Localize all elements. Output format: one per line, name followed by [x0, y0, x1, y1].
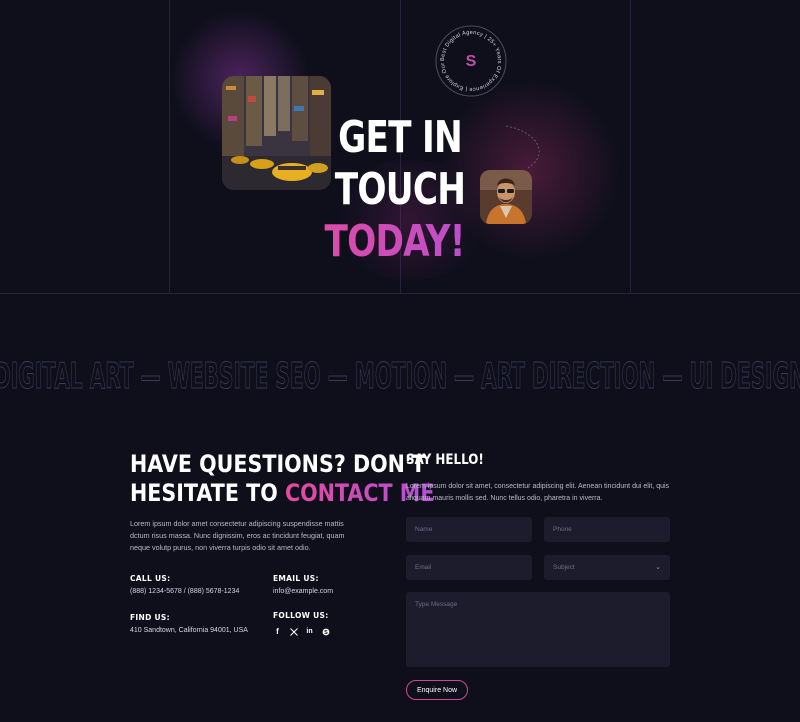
- email-label: EMAIL US:: [273, 574, 319, 583]
- form-description: Lorem ipsum dolor sit amet, consectetur …: [406, 483, 670, 502]
- grid-line: [630, 0, 631, 293]
- portrait-image: [480, 170, 532, 224]
- social-links: f in S: [273, 627, 330, 636]
- address-value: 410 Sandtown, California 94001, USA: [130, 627, 248, 634]
- marquee-text: DIGITAL ART — WEBSITE SEO — MOTION — ART…: [0, 356, 800, 397]
- subject-placeholder: Subject: [553, 564, 575, 571]
- chevron-down-icon: ⌄: [655, 564, 661, 571]
- contact-heading: HAVE QUESTIONS? DON'T HESITATE TO CONTAC…: [130, 450, 434, 508]
- enquire-now-button[interactable]: Enquire Now: [406, 680, 468, 700]
- form-heading: SAY HELLO!: [406, 452, 484, 468]
- svg-text:S: S: [324, 630, 328, 636]
- name-placeholder: Name: [415, 526, 433, 533]
- contact-description: Lorem ipsum dolor amet consectetur adipi…: [130, 519, 345, 552]
- message-textarea[interactable]: Type Message: [406, 592, 670, 667]
- find-label: FIND US:: [130, 613, 170, 622]
- x-icon[interactable]: [289, 627, 298, 636]
- name-field[interactable]: Name: [406, 517, 532, 542]
- follow-label: FOLLOW US:: [273, 611, 329, 620]
- services-marquee: DIGITAL ART — WEBSITE SEO — MOTION — ART…: [0, 350, 800, 400]
- contact-heading-line1: HAVE QUESTIONS? DON'T: [130, 450, 426, 478]
- contact-heading-plain: HESITATE TO: [130, 479, 285, 507]
- grid-line: [169, 0, 170, 293]
- email-placeholder: Email: [415, 564, 432, 571]
- call-label: CALL US:: [130, 574, 171, 583]
- call-value[interactable]: (888) 1234-5678 / (888) 5678-1234: [130, 588, 239, 595]
- hero-section: Best Digital Agency | 25+ Years Of Exper…: [0, 0, 800, 294]
- email-field[interactable]: Email: [406, 555, 532, 580]
- email-value[interactable]: info@example.com: [273, 588, 333, 595]
- agency-badge: Best Digital Agency | 25+ Years Of Exper…: [431, 20, 508, 98]
- linkedin-icon[interactable]: in: [305, 627, 314, 636]
- phone-placeholder: Phone: [553, 526, 572, 533]
- contact-heading-line2: HESITATE TO CONTACT ME: [130, 479, 434, 508]
- phone-field[interactable]: Phone: [544, 517, 670, 542]
- subject-select[interactable]: Subject ⌄: [544, 555, 670, 580]
- facebook-icon[interactable]: f: [273, 627, 282, 636]
- message-placeholder: Type Message: [415, 601, 458, 608]
- svg-text:S: S: [466, 53, 477, 70]
- skype-icon[interactable]: S: [321, 627, 330, 636]
